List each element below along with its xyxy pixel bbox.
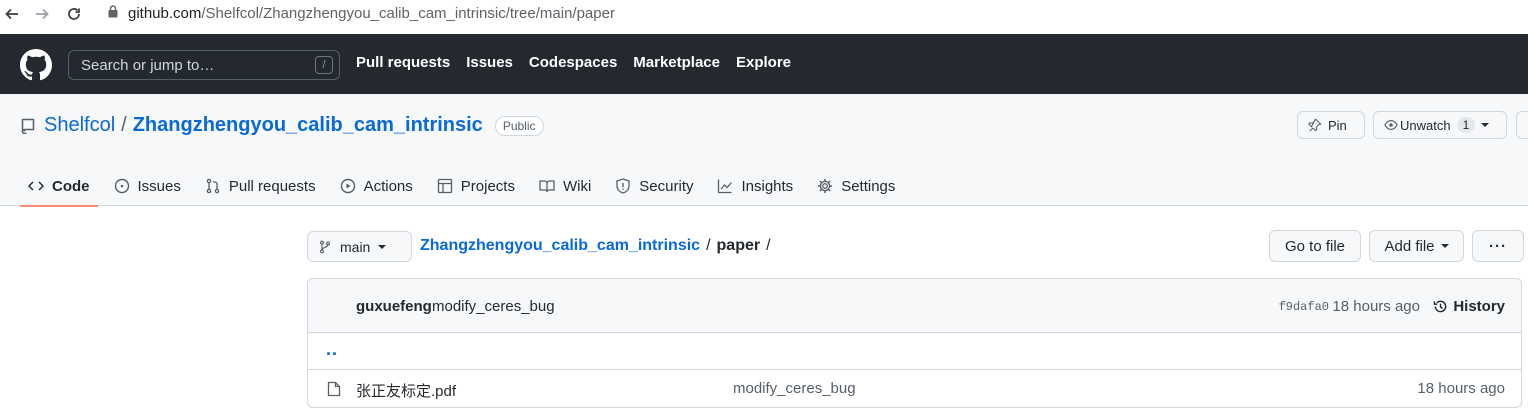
commit-sha-link[interactable]: f9dafa0 xyxy=(1279,300,1329,314)
kebab-icon: ··· xyxy=(1489,237,1507,255)
file-commit-time: 18 hours ago xyxy=(1417,380,1505,397)
branch-selector[interactable]: main xyxy=(307,231,412,262)
repo-owner-link[interactable]: Shelfcol xyxy=(44,114,115,137)
repo-icon xyxy=(21,118,35,134)
tab-pull-requests[interactable]: Pull requests xyxy=(197,166,324,206)
file-name-link[interactable]: 张正友标定.pdf xyxy=(356,380,456,401)
pin-button[interactable]: Pin xyxy=(1297,111,1365,139)
chevron-down-icon xyxy=(378,244,387,249)
parent-directory-link[interactable]: .. xyxy=(326,339,338,360)
file-commit-message-link[interactable]: modify_ceres_bug xyxy=(733,380,856,397)
back-button[interactable] xyxy=(2,4,22,24)
tab-label: Security xyxy=(639,177,694,195)
latest-commit-row: guxuefeng modify_ceres_bug f9dafa0 18 ho… xyxy=(308,279,1521,333)
breadcrumb-repo-link[interactable]: Zhangzhengyou_calib_cam_intrinsic xyxy=(420,237,700,255)
graph-icon xyxy=(718,179,733,194)
nav-explore[interactable]: Explore xyxy=(736,54,791,71)
repo-separator: / xyxy=(121,114,127,136)
chevron-down-icon xyxy=(1440,244,1449,248)
forward-button[interactable] xyxy=(32,4,52,24)
unwatch-button[interactable]: Unwatch 1 xyxy=(1373,111,1507,139)
branch-name: main xyxy=(340,238,371,255)
commit-message-link[interactable]: modify_ceres_bug xyxy=(432,298,555,315)
file-icon xyxy=(327,381,341,397)
lock-icon xyxy=(108,5,118,22)
pin-label: Pin xyxy=(1328,117,1347,133)
more-options-button[interactable]: ··· xyxy=(1472,230,1524,262)
file-row[interactable]: 张正友标定.pdf modify_ceres_bug 18 hours ago xyxy=(308,370,1521,407)
chevron-down-icon xyxy=(1481,123,1490,127)
branch-icon xyxy=(319,240,331,253)
play-icon xyxy=(340,178,355,194)
url-path: /Shelfcol/Zhangzhengyou_calib_cam_intrin… xyxy=(201,5,615,22)
eye-icon xyxy=(1384,120,1398,130)
tab-actions[interactable]: Actions xyxy=(332,166,421,206)
tab-label: Actions xyxy=(363,177,413,195)
commit-author-link[interactable]: guxuefeng xyxy=(356,298,432,315)
parent-directory-row[interactable]: .. xyxy=(308,333,1521,370)
history-link[interactable]: History xyxy=(1433,298,1505,315)
tab-label: Pull requests xyxy=(228,177,316,195)
add-file-button[interactable]: Add file xyxy=(1369,230,1464,262)
tab-wiki[interactable]: Wiki xyxy=(531,166,599,206)
tab-label: Insights xyxy=(741,177,794,195)
breadcrumb-separator: / xyxy=(706,237,711,254)
tab-insights[interactable]: Insights xyxy=(709,166,801,206)
search-placeholder: Search or jump to… xyxy=(81,57,215,74)
reload-icon xyxy=(68,8,80,20)
github-logo-icon[interactable] xyxy=(20,49,52,81)
code-icon xyxy=(28,181,44,191)
nav-codespaces[interactable]: Codespaces xyxy=(529,54,617,71)
reload-button[interactable] xyxy=(64,4,84,24)
tab-label: Issues xyxy=(137,177,181,195)
address-bar[interactable]: github.com/Shelfcol/Zhangzhengyou_calib_… xyxy=(108,5,615,22)
arrow-right-icon xyxy=(36,8,49,20)
file-listing: guxuefeng modify_ceres_bug f9dafa0 18 ho… xyxy=(307,278,1522,408)
browser-toolbar: github.com/Shelfcol/Zhangzhengyou_calib_… xyxy=(0,0,1528,34)
tab-label: Projects xyxy=(460,177,515,195)
breadcrumb: Zhangzhengyou_calib_cam_intrinsic / pape… xyxy=(420,237,771,255)
history-label: History xyxy=(1453,298,1505,315)
repo-header: Shelfcol / Zhangzhengyou_calib_cam_intri… xyxy=(0,94,1528,207)
pin-icon xyxy=(1308,118,1322,132)
nav-issues[interactable]: Issues xyxy=(466,54,513,71)
book-icon xyxy=(539,180,555,193)
star-button[interactable] xyxy=(1516,111,1528,139)
watch-count: 1 xyxy=(1456,117,1476,133)
go-to-file-label: Go to file xyxy=(1284,237,1346,255)
table-icon xyxy=(437,178,452,194)
go-to-file-button[interactable]: Go to file xyxy=(1269,230,1361,262)
visibility-badge: Public xyxy=(494,115,544,136)
search-input[interactable]: Search or jump to… / xyxy=(68,50,340,80)
github-header: Search or jump to… / Pull requests Issue… xyxy=(0,34,1528,94)
issue-icon xyxy=(114,178,129,194)
repo-name-link[interactable]: Zhangzhengyou_calib_cam_intrinsic xyxy=(133,114,483,137)
pull-request-icon xyxy=(206,178,220,194)
slash-shortcut-key: / xyxy=(315,56,333,74)
nav-marketplace[interactable]: Marketplace xyxy=(633,54,720,71)
breadcrumb-trailing-separator: / xyxy=(766,237,771,254)
unwatch-label: Unwatch xyxy=(1400,117,1451,133)
repo-tabs: Code Issues Pull requests Actions Projec… xyxy=(20,166,911,207)
top-nav: Pull requests Issues Codespaces Marketpl… xyxy=(356,54,791,71)
history-icon xyxy=(1434,300,1447,313)
tab-settings[interactable]: Settings xyxy=(809,166,903,206)
url-host: github.com xyxy=(128,5,202,22)
nav-pull-requests[interactable]: Pull requests xyxy=(356,54,450,71)
tab-security[interactable]: Security xyxy=(607,166,701,206)
commit-time: 18 hours ago xyxy=(1332,298,1420,315)
gear-icon xyxy=(818,179,833,193)
tab-label: Code xyxy=(52,177,90,195)
tab-code[interactable]: Code xyxy=(20,166,98,207)
shield-icon xyxy=(616,178,630,194)
tab-label: Wiki xyxy=(562,177,592,195)
tab-label: Settings xyxy=(841,177,896,195)
add-file-label: Add file xyxy=(1384,237,1435,255)
tab-projects[interactable]: Projects xyxy=(429,166,523,206)
arrow-left-icon xyxy=(5,8,18,20)
repo-title: Shelfcol / Zhangzhengyou_calib_cam_intri… xyxy=(44,114,544,137)
tab-issues[interactable]: Issues xyxy=(106,166,189,206)
breadcrumb-current: paper xyxy=(716,237,761,254)
